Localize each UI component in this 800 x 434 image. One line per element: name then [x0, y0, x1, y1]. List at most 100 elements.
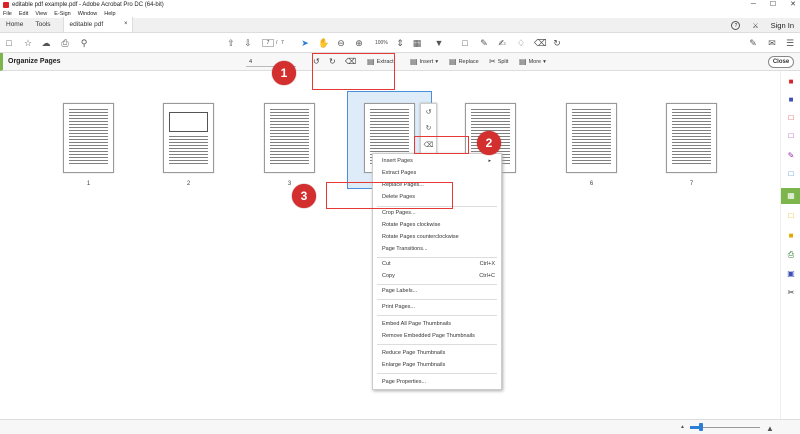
pen-icon[interactable]: ✎: [479, 38, 489, 48]
page-display-icon[interactable]: ▦: [412, 38, 422, 48]
more-tools-icon[interactable]: ✂: [786, 288, 796, 298]
page-thumbnail-1[interactable]: [63, 103, 114, 173]
share-icon[interactable]: ☰: [785, 38, 795, 48]
menu-cut[interactable]: Cut: [382, 261, 391, 267]
trash-icon[interactable]: ⌫: [534, 38, 547, 48]
large-thumbnail-icon[interactable]: ▲: [766, 424, 774, 433]
submenu-arrow-icon: ▸: [488, 158, 491, 164]
sign-in-button[interactable]: Sign In: [771, 21, 794, 30]
close-organize-button[interactable]: Close: [768, 56, 794, 68]
tab-home[interactable]: Home: [0, 17, 29, 32]
menu-print-pages[interactable]: Print Pages...: [382, 304, 415, 310]
tab-bar: Home Tools editable pdf exampl... × ? ⚔ …: [0, 17, 800, 43]
upload-icon[interactable]: ☁: [41, 38, 51, 48]
print-icon[interactable]: ⎙: [60, 38, 70, 48]
read-mode-icon[interactable]: ▼: [434, 38, 444, 48]
organize-pages-title: Organize Pages: [8, 58, 61, 65]
organize-pages-icon[interactable]: ▦: [786, 191, 796, 201]
status-bar: ▲ ▲: [0, 419, 800, 434]
tab-document[interactable]: editable pdf exampl... ×: [62, 17, 133, 43]
organize-pages-bar: Organize Pages 4 ↺ ↻ ⌫ ▤ Extract ▤ Insert ▾…: [0, 53, 800, 71]
page-number-label: 6: [589, 181, 594, 187]
main-toolbar: □ ☆ ☁ ⎙ ⚲ ⇧ ⇩ 7 / 7 ➤ ✋ ⊖ ⊕ 100% ⇕ ▦ ▼ □…: [0, 33, 800, 53]
small-thumbnail-icon[interactable]: ▲: [680, 424, 685, 430]
edit-pdf-icon[interactable]: □: [786, 113, 796, 123]
menu-page-properties[interactable]: Page Properties...: [382, 379, 426, 385]
maximize-button[interactable]: ☐: [770, 0, 776, 10]
zoom-in-icon[interactable]: ⊕: [354, 38, 364, 48]
rotate-ccw-icon[interactable]: ↺: [421, 106, 436, 120]
page-thumbnail-3[interactable]: [264, 103, 315, 173]
page-thumbnail-6[interactable]: [566, 103, 617, 173]
page-number-input[interactable]: 7: [262, 39, 274, 47]
menu-copy[interactable]: Copy: [382, 273, 395, 279]
menu-enlarge-thumbnails[interactable]: Enlarge Page Thumbnails: [382, 362, 445, 368]
page-down-icon[interactable]: ⇩: [243, 38, 253, 48]
cut-shortcut: Ctrl+X: [479, 261, 495, 267]
menu-extract-pages[interactable]: Extract Pages: [382, 170, 416, 176]
sign-icon[interactable]: ✎: [748, 38, 758, 48]
minimize-button[interactable]: ─: [751, 0, 756, 10]
rotate-cw-icon[interactable]: ↻: [421, 122, 436, 136]
annotation-badge-1: 1: [272, 61, 296, 85]
split-button[interactable]: ✂ Split: [489, 57, 508, 67]
account-area: ? ⚔ Sign In: [731, 18, 794, 33]
redo-icon[interactable]: ↻: [552, 38, 562, 48]
help-icon[interactable]: ?: [731, 21, 741, 30]
protect-icon[interactable]: ▣: [786, 269, 796, 279]
fill-sign-icon[interactable]: ✎: [786, 151, 796, 161]
annotation-box-2: [414, 136, 469, 154]
page-thumbnail-7[interactable]: [666, 103, 717, 173]
menu-rotate-cw[interactable]: Rotate Pages clockwise: [382, 222, 440, 228]
annotation-box-3: [326, 182, 453, 209]
bell-icon[interactable]: ⚔: [752, 22, 758, 30]
comment-icon[interactable]: □: [460, 38, 470, 48]
combine-icon[interactable]: □: [786, 131, 796, 141]
menu-insert-pages[interactable]: Insert Pages: [382, 158, 413, 164]
zoom-level[interactable]: 100%: [375, 39, 388, 47]
request-sign-icon[interactable]: □: [786, 169, 796, 179]
highlight-icon[interactable]: ✍: [497, 38, 507, 48]
zoom-out-icon[interactable]: ⊖: [336, 38, 346, 48]
replace-button[interactable]: ▤ Replace: [449, 57, 479, 67]
stamp-icon[interactable]: ♢: [516, 38, 526, 48]
menu-remove-thumbnails[interactable]: Remove Embedded Page Thumbnails: [382, 333, 475, 339]
menu-embed-thumbnails[interactable]: Embed All Page Thumbnails: [382, 321, 451, 327]
insert-icon: ▤: [410, 57, 418, 66]
close-window-button[interactable]: ✕: [790, 0, 796, 10]
scroll-mode-icon[interactable]: ⇕: [395, 38, 405, 48]
search-icon[interactable]: ⚲: [79, 38, 89, 48]
insert-button[interactable]: ▤ Insert ▾: [410, 57, 438, 67]
page-up-icon[interactable]: ⇧: [226, 38, 236, 48]
create-pdf-icon[interactable]: ■: [786, 95, 796, 105]
annotation-box-1: [312, 53, 395, 90]
annotation-badge-2: 2: [477, 131, 501, 155]
menu-page-transitions[interactable]: Page Transitions...: [382, 246, 428, 252]
page-total: 7: [281, 40, 284, 46]
tab-tools[interactable]: Tools: [29, 17, 56, 32]
title-bar: editable pdf example.pdf - Adobe Acrobat…: [0, 0, 800, 10]
save-icon[interactable]: □: [4, 38, 14, 48]
scan-icon[interactable]: □: [786, 211, 796, 221]
page-separator: /: [276, 40, 278, 46]
copy-shortcut: Ctrl+C: [479, 273, 495, 279]
menu-rotate-ccw[interactable]: Rotate Pages counterclockwise: [382, 234, 459, 240]
tools-rail: ■ ■ □ □ ✎ □ ▦ □ ■ ⎙ ▣ ✂: [780, 71, 800, 419]
print-production-icon[interactable]: ⎙: [786, 250, 796, 260]
more-button[interactable]: ▤ More ▾: [519, 57, 546, 67]
slider-knob[interactable]: [698, 423, 703, 431]
select-arrow-icon[interactable]: ➤: [300, 38, 310, 48]
comment-rail-icon[interactable]: ■: [786, 231, 796, 241]
page-number-label: 1: [86, 181, 91, 187]
menu-page-labels[interactable]: Page Labels...: [382, 288, 417, 294]
hand-icon[interactable]: ✋: [318, 38, 329, 48]
page-number-label: 2: [186, 181, 191, 187]
acrobat-logo-icon: [3, 2, 9, 8]
menu-crop-pages[interactable]: Crop Pages...: [382, 210, 416, 216]
menu-reduce-thumbnails[interactable]: Reduce Page Thumbnails: [382, 350, 445, 356]
mail-icon[interactable]: ✉: [767, 38, 777, 48]
star-icon[interactable]: ☆: [23, 38, 33, 48]
tab-close-icon[interactable]: ×: [124, 17, 128, 32]
page-thumbnail-2[interactable]: [163, 103, 214, 173]
export-pdf-icon[interactable]: ■: [786, 77, 796, 87]
